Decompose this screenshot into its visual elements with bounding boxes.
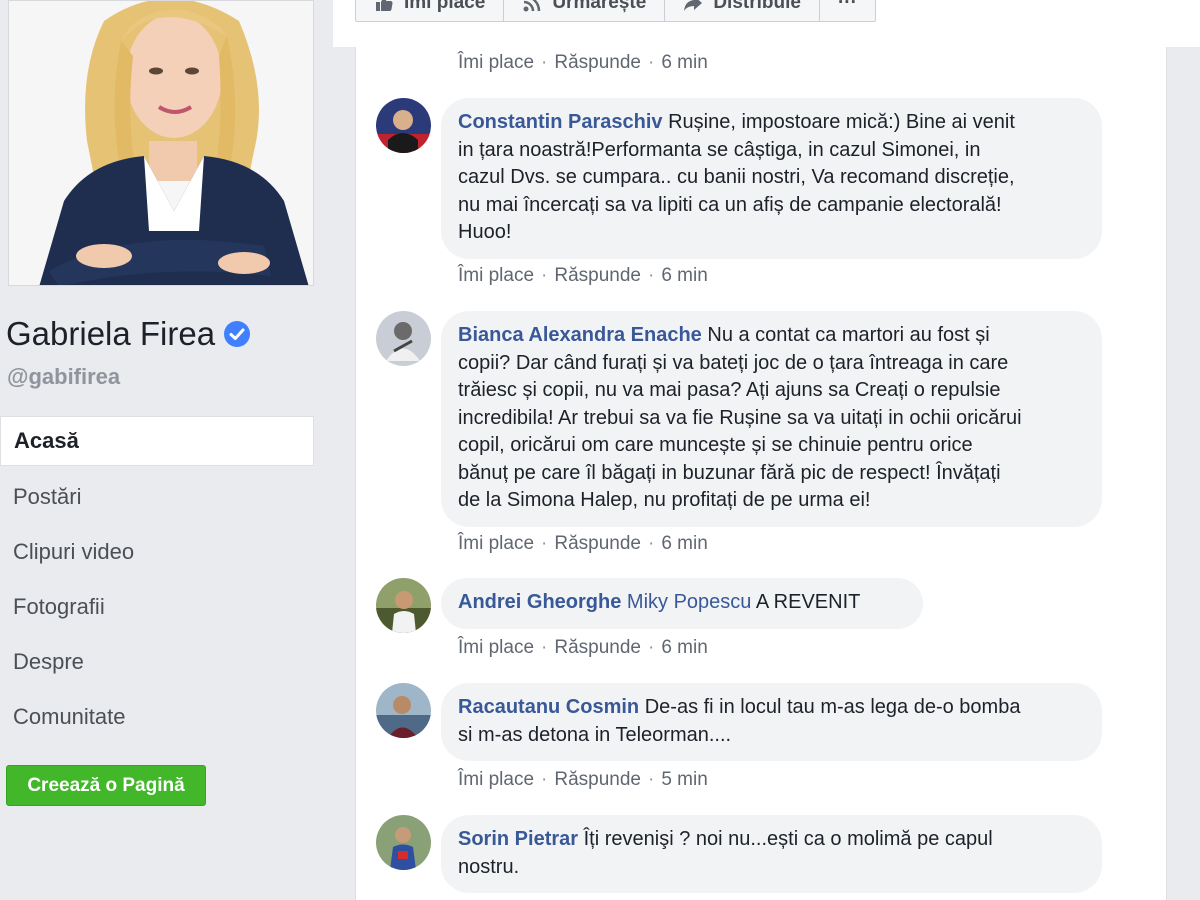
comment-text-line: trăiesc și copii, nu va mai pasa? Ați aj… <box>458 379 1001 401</box>
page-actions-bar: Îmi place Urmărește Distribuie ··· <box>355 0 876 22</box>
comment-text-line: A REVENIT <box>751 591 861 613</box>
comment-author[interactable]: Bianca Alexandra Enache <box>458 324 702 346</box>
rss-follow-icon <box>523 0 541 12</box>
page-handle[interactable]: @gabifirea <box>7 364 120 390</box>
comment-text-line: copii? Dar când furați și va bateți joc … <box>458 351 1009 374</box>
profile-photo-image <box>9 1 313 285</box>
like-page-label: Îmi place <box>404 0 486 13</box>
comment-footer: Îmi place · Răspunde · 6 min <box>458 533 708 554</box>
comment-text-line: cazul Dvs. se cumpara.. cu banii nostri,… <box>458 166 1015 188</box>
comment-bubble: Racautanu Cosmin De-as fi in locul tau m… <box>441 683 1102 761</box>
comment-bubble: Sorin Pietrar Îți revenişi ? noi nu...eș… <box>441 815 1102 893</box>
nav-item-community[interactable]: Comunitate <box>0 691 314 746</box>
follow-page-label: Urmărește <box>552 0 647 13</box>
nav-item-photos[interactable]: Fotografii <box>0 581 314 636</box>
avatar-image <box>376 311 431 366</box>
more-options-icon: ··· <box>837 0 857 13</box>
comment-reply-link[interactable]: Răspunde <box>554 637 641 658</box>
page-name[interactable]: Gabriela Firea <box>6 315 251 353</box>
thumbs-up-icon <box>376 0 393 12</box>
more-options-button[interactable]: ··· <box>819 0 876 22</box>
like-page-button[interactable]: Îmi place <box>355 0 505 22</box>
comment-reply-link[interactable]: Răspunde <box>554 769 641 790</box>
comment-text-line: nu mai încercați sa va lipiti ca un afiș… <box>458 193 1002 216</box>
comment-footer: Îmi place · Răspunde · 5 min <box>458 769 708 790</box>
comment-text-line: de la Simona Halep, nu profitați de pe u… <box>458 489 871 511</box>
avatar-image <box>376 578 431 633</box>
avatar-image <box>376 98 431 153</box>
comment-footer: Îmi place · Răspunde · 6 min <box>458 265 708 286</box>
comment-author[interactable]: Racautanu Cosmin <box>458 696 639 718</box>
comment-timestamp[interactable]: 5 min <box>661 769 707 790</box>
comment-like-link[interactable]: Îmi place <box>458 52 534 73</box>
comment-like-link[interactable]: Îmi place <box>458 637 534 658</box>
profile-photo[interactable] <box>8 0 314 286</box>
comment-text-line: De-as fi in locul tau m-as lega de-o bom… <box>639 696 1021 718</box>
nav-item-videos[interactable]: Clipuri video <box>0 526 314 581</box>
share-page-button[interactable]: Distribuie <box>665 0 820 22</box>
comment-reply-link[interactable]: Răspunde <box>554 265 641 286</box>
nav-item-about[interactable]: Despre <box>0 636 314 691</box>
create-page-button[interactable]: Creează o Pagină <box>6 765 206 806</box>
page-name-text[interactable]: Gabriela Firea <box>6 315 215 353</box>
comment-timestamp[interactable]: 6 min <box>661 637 707 658</box>
commenter-avatar[interactable] <box>376 815 431 870</box>
comment-like-link[interactable]: Îmi place <box>458 533 534 554</box>
comment-reply-link[interactable]: Răspunde <box>554 533 641 554</box>
share-arrow-icon <box>684 0 703 11</box>
mentioned-user-link[interactable]: Miky Popescu <box>627 591 752 613</box>
commenter-avatar[interactable] <box>376 578 431 633</box>
comment-text-line: Rușine, impostoare mică:) Bine ai venit <box>662 111 1015 133</box>
comment-footer-previous: Îmi place · Răspunde · 6 min <box>458 52 708 73</box>
commenter-avatar[interactable] <box>376 98 431 153</box>
commenter-avatar[interactable] <box>376 311 431 366</box>
comment-text-line: copil, oricărui om care muncește și se c… <box>458 434 973 456</box>
comment-author[interactable]: Andrei Gheorghe <box>458 591 621 613</box>
share-page-label: Distribuie <box>713 0 801 13</box>
comment-author[interactable]: Sorin Pietrar <box>458 828 578 850</box>
comment-reply-link[interactable]: Răspunde <box>554 52 641 73</box>
comment-bubble: Constantin Paraschiv Rușine, impostoare … <box>441 98 1102 259</box>
avatar-image <box>376 815 431 870</box>
comment-author[interactable]: Constantin Paraschiv <box>458 111 663 133</box>
comment-footer: Îmi place · Răspunde · 6 min <box>458 637 708 658</box>
comment-text-line: nostru. <box>458 855 520 878</box>
comment-bubble: Bianca Alexandra Enache Nu a contat ca m… <box>441 311 1102 527</box>
page-nav: Acasă Postări Clipuri video Fotografii D… <box>0 416 314 746</box>
page-header-card: Îmi place Urmărește Distribuie ··· <box>333 0 1200 47</box>
comment-like-link[interactable]: Îmi place <box>458 769 534 790</box>
comment-timestamp[interactable]: 6 min <box>661 265 707 286</box>
comment-text-line: si m-as detona in Teleorman.... <box>458 723 732 746</box>
comment-text-line: in țara noastră!Performanta se câștiga, … <box>458 138 981 161</box>
comment-text-line: incredibila! Ar trebui sa va fie Rușine … <box>458 406 1022 429</box>
comment-text-line: Huoo! <box>458 221 512 243</box>
comment-text-line: bănuț pe care îl băgați in buzunar fără … <box>458 461 1001 484</box>
comment-timestamp[interactable]: 6 min <box>661 52 707 73</box>
left-column: Gabriela Firea @gabifirea Acasă Postări … <box>0 0 333 900</box>
commenter-avatar[interactable] <box>376 683 431 738</box>
comment-bubble: Andrei Gheorghe Miky Popescu A REVENIT <box>441 578 923 629</box>
verified-badge-icon <box>224 321 251 347</box>
follow-page-button[interactable]: Urmărește <box>504 0 666 22</box>
comment-like-link[interactable]: Îmi place <box>458 265 534 286</box>
comment-text-line: Nu a contat ca martori au fost și <box>701 324 990 346</box>
nav-item-posts[interactable]: Postări <box>0 471 314 526</box>
avatar-image <box>376 683 431 738</box>
comment-text-line: Îți revenişi ? noi nu...ești ca o molimă… <box>578 828 993 850</box>
comment-timestamp[interactable]: 6 min <box>661 533 707 554</box>
nav-item-home[interactable]: Acasă <box>0 416 314 466</box>
